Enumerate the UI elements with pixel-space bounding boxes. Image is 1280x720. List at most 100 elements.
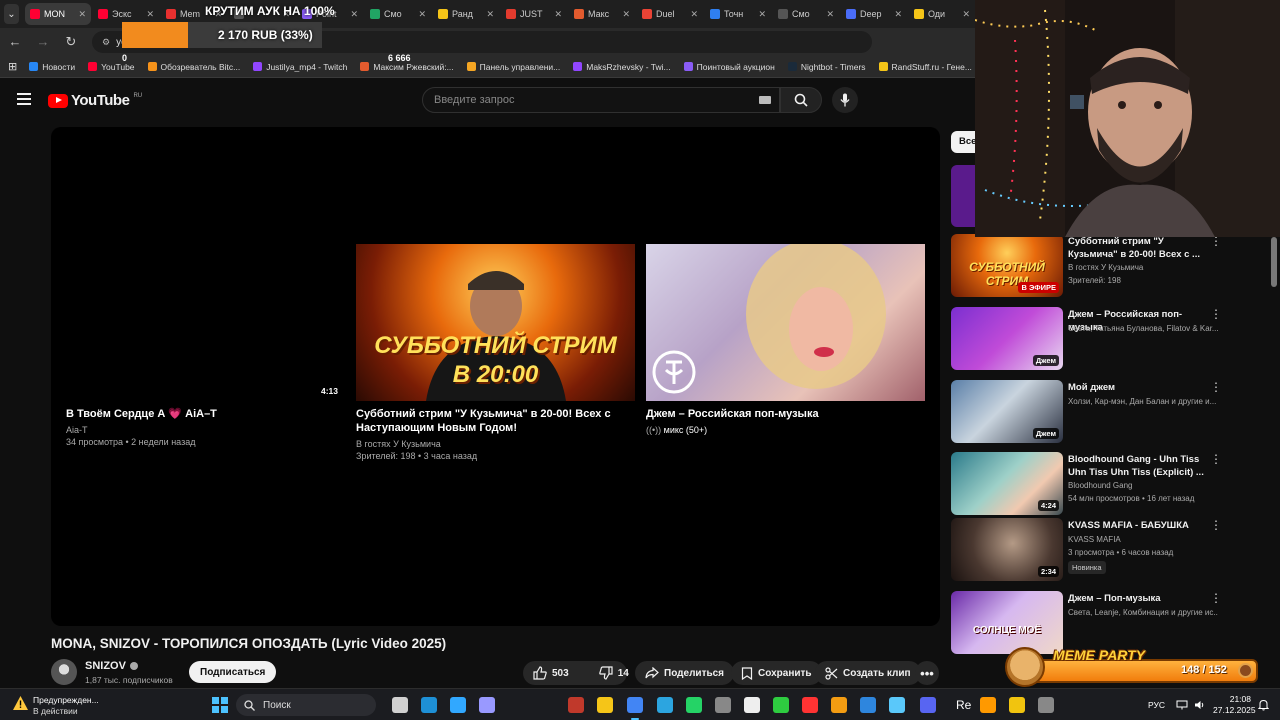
tab-search-icon[interactable]: ⌄ [4, 4, 19, 24]
related-thumbnail[interactable]: 2:34 [951, 518, 1063, 581]
app-icon[interactable] [568, 697, 584, 713]
bookmark-item[interactable]: Панель управлени... [466, 62, 560, 72]
tab-close-icon[interactable]: ✕ [350, 9, 358, 20]
end-screen-thumbnail[interactable] [646, 244, 925, 401]
end-screen-video-1[interactable]: 4:13 В Твоём Сердце А 💗 AiA–T Aia-T 34 п… [66, 244, 345, 448]
taskbar-search[interactable]: Поиск [236, 694, 376, 716]
share-button[interactable]: Поделиться [635, 661, 735, 685]
end-screen-title[interactable]: Субботний стрим "У Кузьмича" в 20-00! Вс… [356, 407, 635, 435]
bookmark-item[interactable]: YouTube [88, 62, 135, 72]
yandex-icon[interactable] [802, 697, 818, 713]
apps-grid-icon[interactable]: ⊞ [8, 60, 17, 73]
photoshop-icon[interactable] [450, 697, 466, 713]
obs-icon[interactable] [715, 697, 731, 713]
more-vertical-icon[interactable]: ⋮ [1210, 519, 1222, 531]
related-title[interactable]: Мой джем [1068, 382, 1213, 395]
end-screen-title[interactable]: В Твоём Сердце А 💗 AiA–T [66, 407, 345, 421]
voice-search-button[interactable] [832, 87, 858, 113]
file-explorer-icon[interactable] [597, 697, 613, 713]
tab-close-icon[interactable]: ✕ [486, 9, 494, 20]
channel-avatar[interactable] [51, 659, 77, 685]
more-vertical-icon[interactable]: ⋮ [1210, 592, 1222, 604]
edge-icon[interactable] [421, 697, 437, 713]
keyboard-icon[interactable] [759, 96, 771, 104]
related-thumbnail[interactable]: 4:24 [951, 452, 1063, 515]
app-icon[interactable] [773, 697, 789, 713]
re-label[interactable]: Re [956, 689, 971, 720]
like-button[interactable]: 503 [523, 661, 579, 685]
end-screen-video-3[interactable]: Джем – Российская поп-музыка ((•)) микс … [646, 244, 925, 436]
app-icon[interactable] [1009, 697, 1025, 713]
related-title[interactable]: Джем – Поп-музыка [1068, 593, 1213, 606]
bookmark-item[interactable]: Поинтовый аукцион [683, 62, 775, 72]
tab-close-icon[interactable]: ✕ [690, 9, 698, 20]
network-icon[interactable] [1176, 700, 1188, 710]
task-view-icon[interactable] [392, 697, 408, 713]
volume-icon[interactable] [1194, 700, 1206, 710]
more-vertical-icon[interactable]: ⋮ [1210, 453, 1222, 465]
app-icon[interactable] [860, 697, 876, 713]
bookmark-item[interactable]: Justilya_mp4 - Twitch [253, 62, 347, 72]
browser-tab[interactable]: Макс ✕ [569, 3, 635, 25]
related-video[interactable]: 4:24 Bloodhound Gang - Uhn Tiss Uhn Tiss … [951, 452, 1271, 516]
telegram-icon[interactable] [657, 697, 673, 713]
related-video[interactable]: Джем Мой джем Холзи, Кар-мэн, Дан Балан и … [951, 380, 1271, 444]
back-icon[interactable]: ← [8, 35, 22, 49]
app-icon[interactable] [980, 697, 996, 713]
bookmark-item[interactable]: MaksRzhevsky - Twi... [573, 62, 671, 72]
browser-tab[interactable]: Ранд ✕ [433, 3, 499, 25]
tab-close-icon[interactable]: ✕ [146, 9, 154, 20]
forward-icon[interactable]: → [36, 35, 50, 49]
browser-tab[interactable]: JUST ✕ [501, 3, 567, 25]
browser-tab[interactable]: Точн ✕ [705, 3, 771, 25]
browser-tab[interactable]: Смо ✕ [773, 3, 839, 25]
notification-bell-icon[interactable] [1258, 699, 1269, 711]
promo-card[interactable] [951, 165, 975, 227]
related-video[interactable]: Джем Джем – Российская поп-музыка Света, Т… [951, 307, 1271, 371]
browser-tab[interactable]: Duel ✕ [637, 3, 703, 25]
bookmark-item[interactable]: Новости [29, 62, 75, 72]
related-channel[interactable]: В гостях У Кузьмича [1068, 262, 1218, 274]
search-button[interactable] [780, 87, 822, 113]
video-player[interactable]: 4:13 В Твоём Сердце А 💗 AiA–T Aia-T 34 п… [51, 127, 940, 626]
channel-name[interactable]: SNIZOV [85, 660, 138, 672]
related-thumbnail[interactable]: Джем [951, 380, 1063, 443]
language-indicator[interactable]: РУС [1148, 689, 1165, 720]
tab-close-icon[interactable]: ✕ [622, 9, 630, 20]
related-channel[interactable]: KVASS MAFIA [1068, 534, 1218, 546]
sidebar-scrollbar[interactable] [1271, 237, 1277, 287]
create-clip-button[interactable]: Создать клип [815, 661, 921, 685]
youtube-logo[interactable]: YouTube RU [48, 92, 142, 109]
tab-close-icon[interactable]: ✕ [894, 9, 902, 20]
taskbar-clock[interactable]: 21:08 27.12.2025 [1213, 694, 1256, 716]
start-button-icon[interactable] [212, 697, 228, 713]
more-vertical-icon[interactable]: ⋮ [1210, 235, 1222, 247]
warning-icon[interactable] [12, 695, 29, 711]
end-screen-channel[interactable]: ((•)) микс (50+) [646, 424, 925, 436]
reload-icon[interactable]: ↻ [64, 35, 78, 49]
tab-close-icon[interactable]: ✕ [962, 9, 970, 20]
menu-icon[interactable] [17, 93, 31, 105]
bookmark-item[interactable]: RandStuff.ru - Гене... [878, 62, 972, 72]
discord-icon[interactable] [920, 697, 936, 713]
end-screen-thumbnail[interactable]: СУББОТНИЙ СТРИМ В 20:00 [356, 244, 635, 401]
more-vertical-icon[interactable]: ⋮ [1210, 308, 1222, 320]
settings-icon[interactable] [1038, 697, 1054, 713]
related-title[interactable]: Bloodhound Gang - Uhn Tiss Uhn Tiss Uhn … [1068, 454, 1213, 479]
more-vertical-icon[interactable]: ⋮ [1210, 381, 1222, 393]
tab-close-icon[interactable]: ✕ [554, 9, 562, 20]
chrome-icon[interactable] [627, 697, 643, 720]
related-channel[interactable]: Bloodhound Gang [1068, 480, 1218, 492]
related-channel[interactable]: Холзи, Кар-мэн, Дан Балан и другие и... [1068, 396, 1218, 408]
subscribe-button[interactable]: Подписаться [189, 661, 277, 683]
end-screen-title[interactable]: Джем – Российская поп-музыка [646, 407, 925, 421]
whatsapp-icon[interactable] [686, 697, 702, 713]
end-screen-channel[interactable]: В гостях У Кузьмича [356, 438, 635, 450]
more-actions-button[interactable]: ••• [915, 661, 939, 685]
bookmark-item[interactable]: Nightbot - Timers [787, 62, 866, 72]
dislike-button[interactable]: 14 [589, 661, 639, 685]
related-thumbnail[interactable]: СУББОТНИЙ СТРИМ В ЭФИРЕ [951, 234, 1063, 297]
app-icon[interactable] [889, 697, 905, 713]
related-video[interactable]: 2:34 KVASS MAFIA - БАБУШКА KVASS MAFIA 3 пр… [951, 518, 1271, 582]
end-screen-video-2[interactable]: СУББОТНИЙ СТРИМ В 20:00 Субботний стрим … [356, 244, 635, 462]
